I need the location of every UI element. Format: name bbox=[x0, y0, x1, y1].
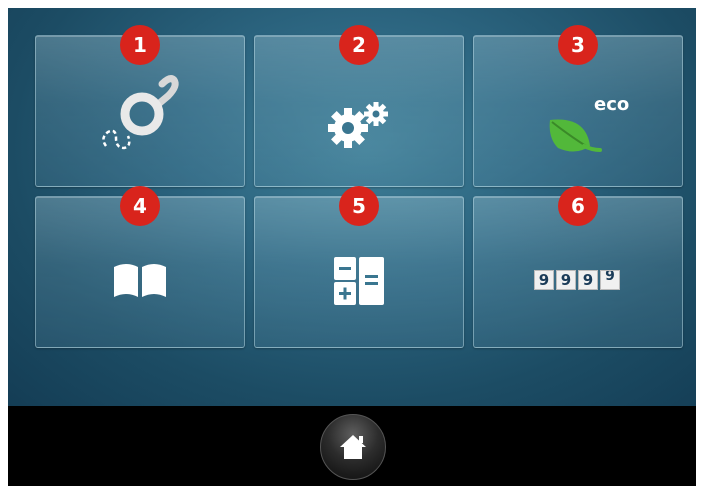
home-button[interactable] bbox=[320, 414, 386, 480]
badge-6: 6 bbox=[558, 186, 598, 226]
device-frame: 1 2 3 eco 4 5 6 9 9 9 9 bbox=[8, 8, 696, 486]
tile-eco[interactable]: 3 eco bbox=[473, 25, 683, 187]
needle-threader-icon bbox=[102, 75, 179, 150]
calculator-icon bbox=[334, 257, 384, 305]
bottom-bar bbox=[8, 406, 696, 486]
counter-digit: 9 bbox=[578, 270, 598, 290]
counter-digit-roll: 9 bbox=[605, 270, 615, 284]
badge-1: 1 bbox=[120, 25, 160, 65]
eco-label: eco bbox=[594, 94, 630, 115]
tile-settings[interactable]: 2 bbox=[254, 25, 464, 187]
home-icon bbox=[340, 435, 366, 459]
menu-screen: 1 2 3 eco 4 5 6 9 9 9 9 bbox=[8, 8, 696, 406]
tile-calculator[interactable]: 5 bbox=[254, 186, 464, 348]
badge-2: 2 bbox=[339, 25, 379, 65]
gears-icon bbox=[328, 102, 388, 148]
tile-needle-threader[interactable]: 1 bbox=[35, 25, 245, 187]
tile-help-book[interactable]: 4 bbox=[35, 186, 245, 348]
badge-4: 4 bbox=[120, 186, 160, 226]
counter-digit: 9 bbox=[556, 270, 576, 290]
book-icon bbox=[114, 264, 166, 297]
stitch-counter-icon: 9 9 9 9 bbox=[534, 270, 622, 290]
tile-stitch-counter[interactable]: 6 9 9 9 9 bbox=[473, 186, 683, 348]
eco-leaf-icon bbox=[549, 119, 602, 152]
badge-3: 3 bbox=[558, 25, 598, 65]
counter-digit: 9 bbox=[534, 270, 554, 290]
counter-digit-rolling: 9 bbox=[600, 270, 620, 290]
badge-5: 5 bbox=[339, 186, 379, 226]
